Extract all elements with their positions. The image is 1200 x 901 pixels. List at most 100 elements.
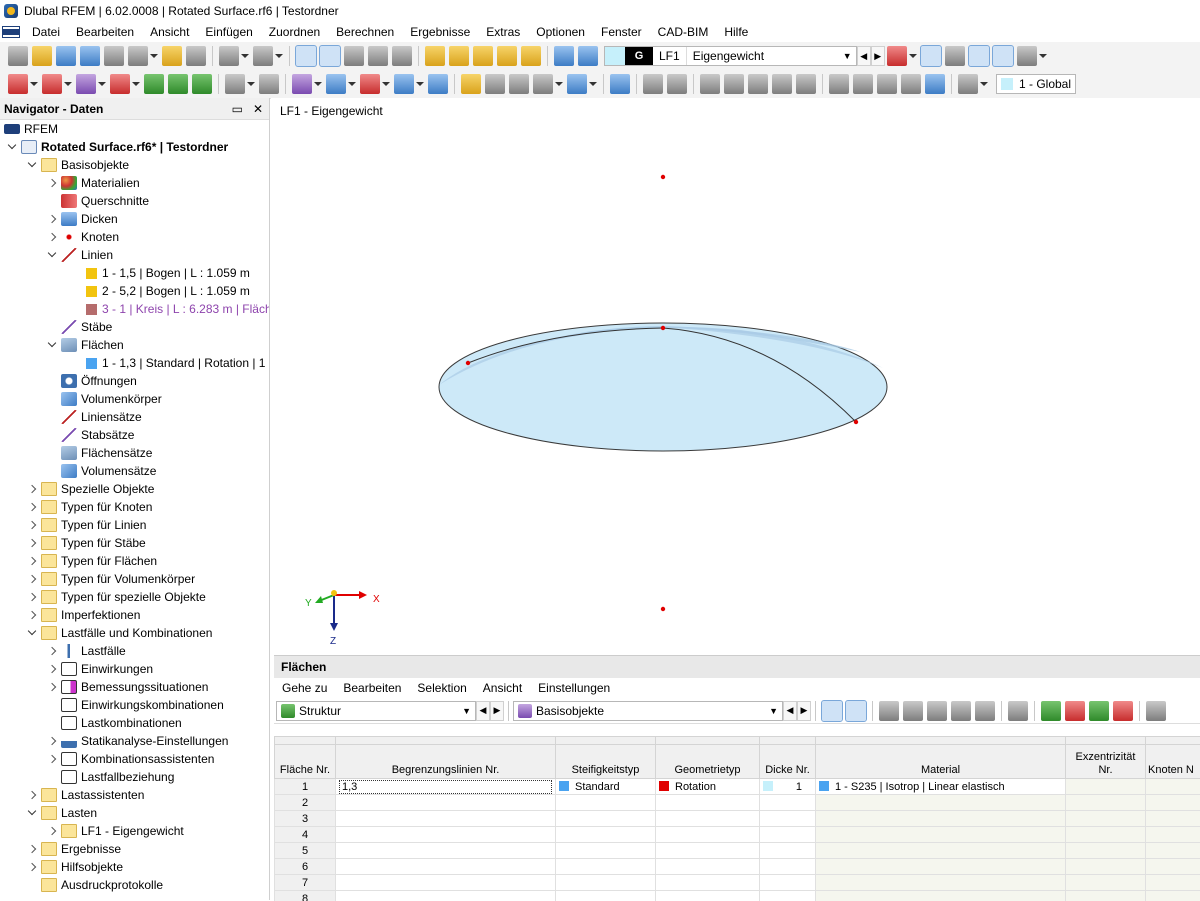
cell-empty[interactable]: [1066, 859, 1146, 875]
collapse-icon[interactable]: [46, 735, 58, 747]
tree-item-staebe[interactable]: Stäbe: [0, 318, 269, 336]
menu-bearbeiten[interactable]: Bearbeiten: [335, 678, 409, 698]
loadcase-next-button[interactable]: ▶: [871, 46, 885, 66]
collapse-icon[interactable]: [46, 753, 58, 765]
surface-dropdown[interactable]: [348, 74, 356, 94]
cell-nr[interactable]: 6: [275, 859, 336, 875]
cell-empty[interactable]: [336, 843, 556, 859]
cell-empty[interactable]: [656, 811, 760, 827]
cell-empty[interactable]: [816, 875, 1066, 891]
free-load-dropdown[interactable]: [589, 74, 597, 94]
table-row[interactable]: 7: [275, 875, 1200, 891]
new-line-icon[interactable]: [42, 74, 62, 94]
col-header-flaeche[interactable]: Fläche Nr.: [275, 745, 336, 779]
cell-boundary-lines-value[interactable]: 1,3: [339, 780, 552, 794]
expand-icon[interactable]: [46, 249, 58, 261]
cell-empty[interactable]: [1146, 811, 1200, 827]
collapse-icon[interactable]: [46, 645, 58, 657]
solid-icon[interactable]: [394, 74, 414, 94]
align-icon[interactable]: [853, 74, 873, 94]
select-in-table-icon[interactable]: [822, 701, 842, 721]
cell-empty[interactable]: [816, 811, 1066, 827]
cell-empty[interactable]: [336, 811, 556, 827]
collapse-icon[interactable]: [26, 537, 38, 549]
tree-item-linien[interactable]: Linien: [0, 246, 269, 264]
dimension-icon[interactable]: [829, 74, 849, 94]
plate-icon[interactable]: [724, 74, 744, 94]
results-values-icon[interactable]: [993, 46, 1013, 66]
open-file-icon[interactable]: [32, 46, 52, 66]
node-top[interactable]: [661, 175, 665, 179]
navigator-toggle-icon[interactable]: [296, 46, 316, 66]
cell-empty[interactable]: [816, 891, 1066, 901]
tree-item-typen-spezielle[interactable]: Typen für spezielle Objekte: [0, 588, 269, 606]
cell-empty[interactable]: [656, 891, 760, 901]
expand-icon[interactable]: [26, 159, 38, 171]
cell-empty[interactable]: [1066, 875, 1146, 891]
tree-item-imperfektionen[interactable]: Imperfektionen: [0, 606, 269, 624]
cell-empty[interactable]: [816, 795, 1066, 811]
node-3[interactable]: [854, 420, 858, 424]
coordinate-system-selector[interactable]: 1 - Global: [996, 74, 1076, 94]
move-left-icon[interactable]: [1089, 701, 1109, 721]
free-load-icon[interactable]: [567, 74, 587, 94]
redo-icon[interactable]: [253, 46, 273, 66]
frame-icon[interactable]: [643, 74, 663, 94]
cell-material[interactable]: 1 - S235 | Isotrop | Linear elastisch: [816, 779, 1066, 795]
solid-dropdown[interactable]: [416, 74, 424, 94]
cube-icon[interactable]: [748, 74, 768, 94]
sync-selection-icon[interactable]: [846, 701, 866, 721]
float-window-icon[interactable]: ▭: [232, 102, 243, 116]
members-dropdown[interactable]: [314, 74, 322, 94]
filter-dropdown[interactable]: [909, 46, 917, 66]
cell-empty[interactable]: [816, 843, 1066, 859]
node-2[interactable]: [661, 326, 665, 330]
move-right-icon[interactable]: [1113, 701, 1133, 721]
import-icon[interactable]: [1041, 701, 1061, 721]
combo1-prev-button[interactable]: ◀: [476, 701, 490, 721]
measure-icon[interactable]: [925, 74, 945, 94]
menu-selektion[interactable]: Selektion: [409, 678, 474, 698]
cell-empty[interactable]: [656, 843, 760, 859]
collapse-icon[interactable]: [46, 231, 58, 243]
menu-bearbeiten[interactable]: Bearbeiten: [68, 22, 142, 42]
insert-row-icon[interactable]: [903, 701, 923, 721]
calculate-icon[interactable]: [449, 46, 469, 66]
tree-item-stabsaetze[interactable]: Stabsätze: [0, 426, 269, 444]
tree-item-basisobjekte[interactable]: Basisobjekte: [0, 156, 269, 174]
cell-empty[interactable]: [816, 859, 1066, 875]
tree-item-linie-1[interactable]: 1 - 1,5 | Bogen | L : 1.059 m: [0, 264, 269, 282]
box-icon[interactable]: [428, 74, 448, 94]
structure-combo[interactable]: Struktur ▼: [276, 701, 476, 721]
cell-empty[interactable]: [816, 827, 1066, 843]
print-icon[interactable]: [128, 46, 148, 66]
cell-empty[interactable]: [336, 827, 556, 843]
tree-item-oeffnungen[interactable]: Öffnungen: [0, 372, 269, 390]
cell-empty[interactable]: [760, 891, 816, 901]
node-1[interactable]: [466, 361, 470, 365]
console-icon[interactable]: [344, 46, 364, 66]
cell-nr[interactable]: 4: [275, 827, 336, 843]
menu-einstellungen[interactable]: Einstellungen: [530, 678, 618, 698]
member-dropdown[interactable]: [98, 74, 106, 94]
collapse-icon[interactable]: [26, 591, 38, 603]
cell-empty[interactable]: [656, 875, 760, 891]
cell-nr[interactable]: 5: [275, 843, 336, 859]
rotate-icon[interactable]: [772, 74, 792, 94]
surface-support-icon[interactable]: [192, 74, 212, 94]
tree-item-flaechensaetze[interactable]: Flächensätze: [0, 444, 269, 462]
calculate-all-icon[interactable]: [473, 46, 493, 66]
cell-empty[interactable]: [760, 859, 816, 875]
collapse-icon[interactable]: [26, 843, 38, 855]
tree-item-typen-knoten[interactable]: Typen für Knoten: [0, 498, 269, 516]
tree-item-dicken[interactable]: Dicken: [0, 210, 269, 228]
expand-icon[interactable]: [26, 807, 38, 819]
collapse-icon[interactable]: [46, 213, 58, 225]
new-member-icon[interactable]: [76, 74, 96, 94]
combo2-next-button[interactable]: ▶: [797, 701, 811, 721]
app-menu-icon[interactable]: [3, 27, 19, 37]
slope-icon[interactable]: [901, 74, 921, 94]
cell-empty[interactable]: [336, 859, 556, 875]
view-settings-icon[interactable]: [1017, 46, 1037, 66]
tree-item-materialien[interactable]: Materialien: [0, 174, 269, 192]
